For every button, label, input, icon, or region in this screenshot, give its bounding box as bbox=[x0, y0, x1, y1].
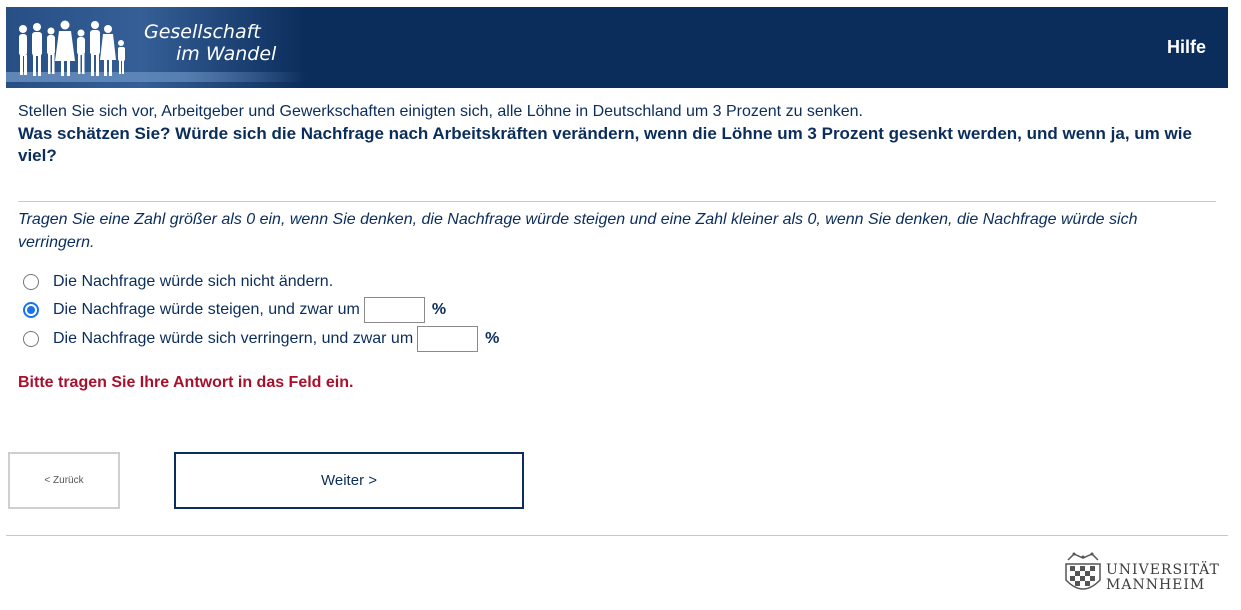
question-intro: Stellen Sie sich vor, Arbeitgeber und Ge… bbox=[18, 103, 863, 120]
divider bbox=[18, 201, 1216, 202]
logo-line2: im Wandel bbox=[176, 43, 277, 65]
footer-divider bbox=[6, 535, 1228, 536]
instruction-text: Tragen Sie eine Zahl größer als 0 ein, w… bbox=[18, 211, 1138, 251]
increase-percent-input[interactable] bbox=[363, 297, 425, 323]
increase-percent-unit: % bbox=[431, 301, 447, 318]
option-decrease-label: Die Nachfrage würde sich verringern, und… bbox=[53, 330, 414, 347]
university-mannheim-logo: UNIVERSITÄT MANNHEIM bbox=[1062, 550, 1232, 600]
next-button[interactable]: Weiter > bbox=[174, 452, 524, 509]
help-link[interactable]: Hilfe bbox=[1167, 37, 1206, 58]
option-increase[interactable]: Die Nachfrage würde steigen, und zwar um… bbox=[23, 297, 447, 323]
radio-no-change[interactable] bbox=[23, 274, 39, 290]
option-no-change[interactable]: Die Nachfrage würde sich nicht ändern. bbox=[23, 270, 333, 294]
decrease-percent-unit: % bbox=[485, 330, 500, 347]
header-banner: Gesellschaft im Wandel Hilfe bbox=[6, 7, 1228, 88]
university-name: UNIVERSITÄT MANNHEIM bbox=[1106, 563, 1220, 593]
university-line1: UNIVERSITÄT bbox=[1106, 562, 1220, 578]
decrease-percent-input[interactable] bbox=[417, 326, 479, 352]
university-seal-icon bbox=[1065, 552, 1101, 590]
university-line2: MANNHEIM bbox=[1106, 577, 1206, 593]
option-increase-label: Die Nachfrage würde steigen, und zwar um bbox=[53, 301, 360, 318]
option-no-change-label: Die Nachfrage würde sich nicht ändern. bbox=[53, 273, 334, 290]
back-button[interactable]: < Zurück bbox=[8, 452, 120, 509]
gesellschaft-im-wandel-logo: Gesellschaft im Wandel bbox=[6, 7, 306, 88]
option-decrease[interactable]: Die Nachfrage würde sich verringern, und… bbox=[23, 326, 500, 352]
logo-title: Gesellschaft im Wandel bbox=[144, 21, 276, 65]
question-bold: Was schätzen Sie? Würde sich die Nachfra… bbox=[18, 124, 1192, 165]
logo-line1: Gesellschaft bbox=[144, 21, 261, 43]
radio-increase[interactable] bbox=[23, 302, 39, 318]
people-silhouettes-icon bbox=[19, 20, 125, 76]
question-text: Stellen Sie sich vor, Arbeitgeber und Ge… bbox=[18, 101, 1208, 167]
radio-decrease[interactable] bbox=[23, 331, 39, 347]
error-message: Bitte tragen Sie Ihre Antwort in das Fel… bbox=[18, 374, 354, 391]
